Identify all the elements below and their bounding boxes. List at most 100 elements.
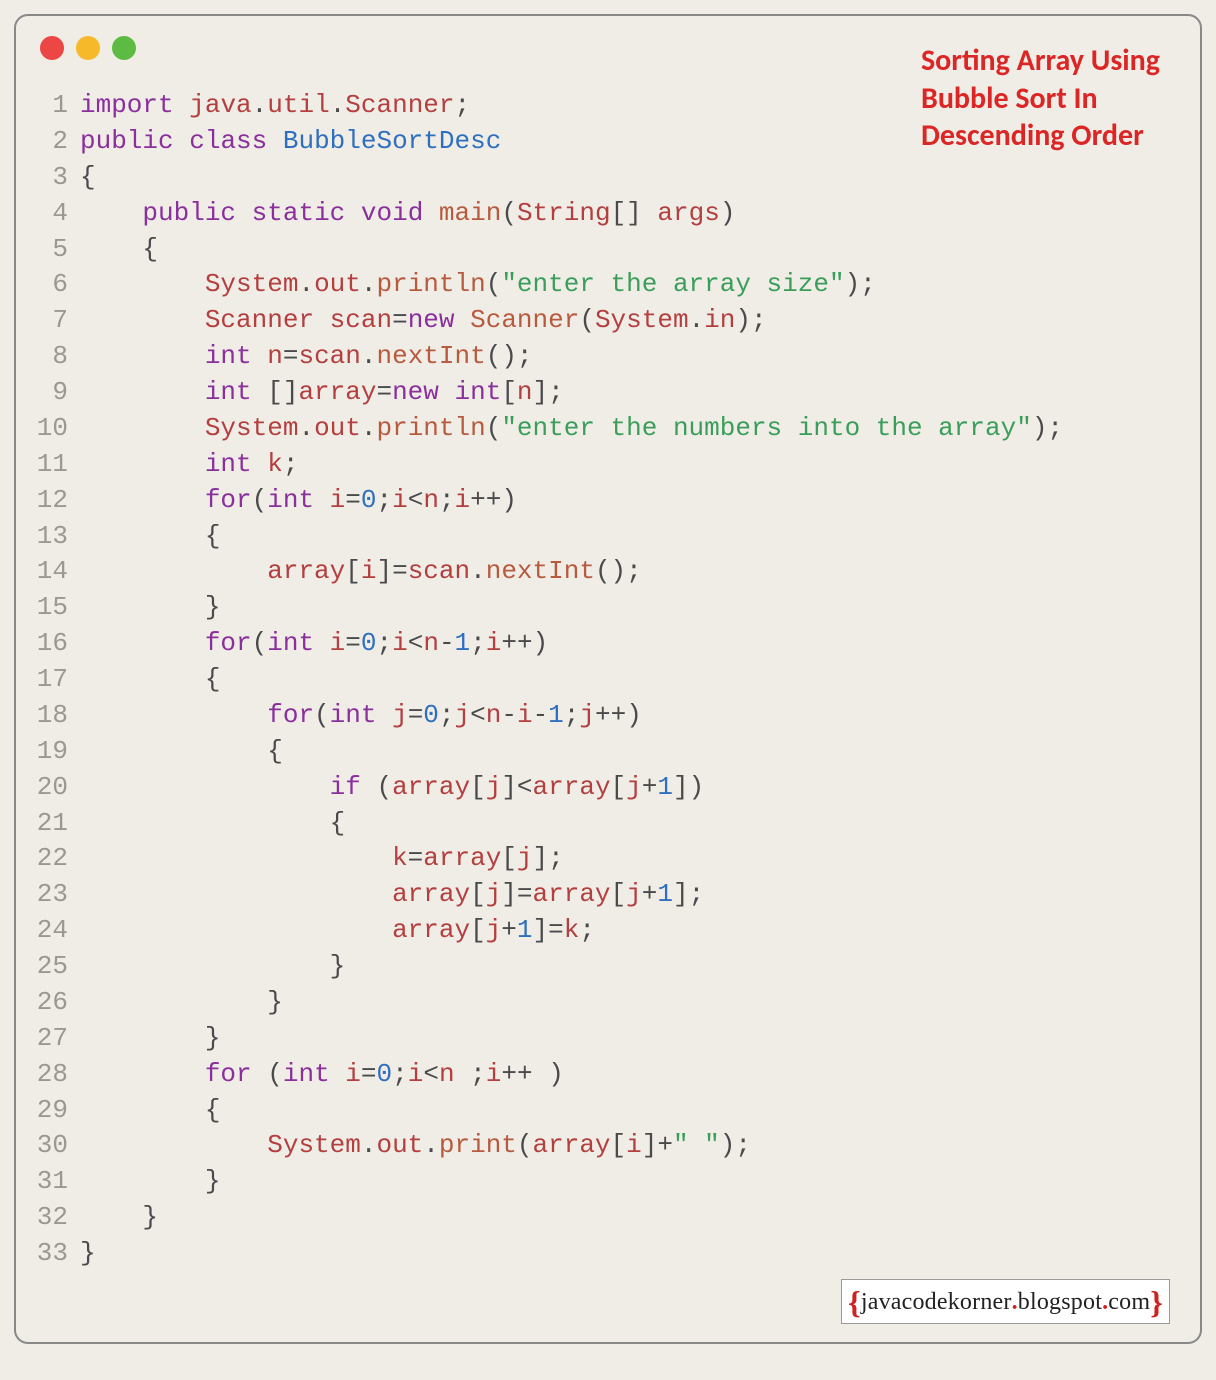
- token-kw: public: [80, 126, 174, 156]
- token-op: =: [517, 879, 533, 909]
- token-punc: );: [720, 1130, 751, 1160]
- token-ident: i: [330, 628, 346, 658]
- line-number: 13: [36, 519, 80, 555]
- token-ident: scan: [330, 305, 392, 335]
- token-ident: k: [267, 449, 283, 479]
- token-op: +: [642, 879, 658, 909]
- code-text: {: [80, 806, 1184, 842]
- code-line: 4 public static void main(String[] args): [36, 196, 1184, 232]
- token-num: 1: [657, 772, 673, 802]
- token-punc: [: [501, 377, 517, 407]
- code-line: 10 System.out.println("enter the numbers…: [36, 411, 1184, 447]
- code-text: }: [80, 949, 1184, 985]
- token-ident: System: [595, 305, 689, 335]
- line-number: 26: [36, 985, 80, 1021]
- token-ident: n: [486, 700, 502, 730]
- code-line: 3{: [36, 160, 1184, 196]
- token-ident: i: [626, 1130, 642, 1160]
- token-plain: [80, 198, 142, 228]
- code-line: 5 {: [36, 232, 1184, 268]
- token-punc: .: [252, 90, 268, 120]
- token-ident: n: [517, 377, 533, 407]
- token-punc: (: [579, 305, 595, 335]
- token-plain: [174, 90, 190, 120]
- line-number: 20: [36, 770, 80, 806]
- token-plain: [80, 772, 330, 802]
- token-num: 1: [548, 700, 564, 730]
- token-punc: [: [611, 1130, 627, 1160]
- token-ident: i: [455, 485, 471, 515]
- token-punc: ]: [376, 556, 392, 586]
- token-punc: ;: [470, 1059, 486, 1089]
- code-line: 12 for(int i=0;i<n;i++): [36, 483, 1184, 519]
- token-op: =: [392, 556, 408, 586]
- token-num: 0: [423, 700, 439, 730]
- token-plain: [455, 1059, 471, 1089]
- token-ident: j: [579, 700, 595, 730]
- token-ident: scan: [298, 341, 360, 371]
- token-punc: (: [486, 269, 502, 299]
- line-number: 1: [36, 88, 80, 124]
- token-ident: System: [205, 269, 299, 299]
- line-number: 4: [36, 196, 80, 232]
- code-line: 18 for(int j=0;j<n-i-1;j++): [36, 698, 1184, 734]
- code-text: }: [80, 1200, 1184, 1236]
- token-ident: array: [392, 879, 470, 909]
- code-text: {: [80, 232, 1184, 268]
- code-text: System.out.println("enter the numbers in…: [80, 411, 1184, 447]
- token-punc: .: [423, 1130, 439, 1160]
- token-plain: [80, 628, 205, 658]
- token-punc: {: [80, 162, 96, 192]
- code-line: 23 array[j]=array[j+1];: [36, 877, 1184, 913]
- token-punc: [: [470, 879, 486, 909]
- token-plain: [533, 1059, 549, 1089]
- token-plain: [80, 269, 205, 299]
- token-punc: [: [470, 915, 486, 945]
- code-text: for (int i=0;i<n ;i++ ): [80, 1057, 1184, 1093]
- token-punc: ();: [486, 341, 533, 371]
- token-ident: i: [486, 628, 502, 658]
- code-line: 24 array[j+1]=k;: [36, 913, 1184, 949]
- token-punc: .: [361, 341, 377, 371]
- line-number: 19: [36, 734, 80, 770]
- token-plain: [80, 843, 392, 873]
- code-line: 33}: [36, 1236, 1184, 1272]
- token-ident: array: [298, 377, 376, 407]
- token-ident: j: [486, 772, 502, 802]
- token-op: =: [392, 305, 408, 335]
- token-punc: ];: [533, 843, 564, 873]
- code-text: {: [80, 662, 1184, 698]
- token-ident: System: [205, 413, 299, 443]
- line-number: 23: [36, 877, 80, 913]
- minimize-icon[interactable]: [76, 36, 100, 60]
- token-punc: ;: [579, 915, 595, 945]
- code-line: 26 }: [36, 985, 1184, 1021]
- token-cls: BubbleSortDesc: [283, 126, 501, 156]
- token-ident: array: [423, 843, 501, 873]
- token-plain: [423, 198, 439, 228]
- token-op: <: [470, 700, 486, 730]
- token-punc: (: [252, 628, 268, 658]
- line-number: 31: [36, 1164, 80, 1200]
- code-text: {: [80, 519, 1184, 555]
- token-punc: ]: [501, 879, 517, 909]
- token-ident: in: [704, 305, 735, 335]
- token-plain: [80, 234, 142, 264]
- token-op: ++: [501, 1059, 532, 1089]
- code-text: }: [80, 1021, 1184, 1057]
- line-number: 14: [36, 554, 80, 590]
- token-plain: [80, 1095, 205, 1125]
- close-icon[interactable]: [40, 36, 64, 60]
- token-ident: array: [533, 772, 611, 802]
- token-plain: [80, 1023, 205, 1053]
- token-punc: }: [330, 951, 346, 981]
- token-plain: [80, 879, 392, 909]
- token-plain: [439, 377, 455, 407]
- token-op: +: [642, 772, 658, 802]
- token-punc: ): [501, 485, 517, 515]
- code-line: 25 }: [36, 949, 1184, 985]
- code-line: 17 {: [36, 662, 1184, 698]
- token-op: +: [501, 915, 517, 945]
- code-window: Sorting Array Using Bubble Sort In Desce…: [14, 14, 1202, 1344]
- maximize-icon[interactable]: [112, 36, 136, 60]
